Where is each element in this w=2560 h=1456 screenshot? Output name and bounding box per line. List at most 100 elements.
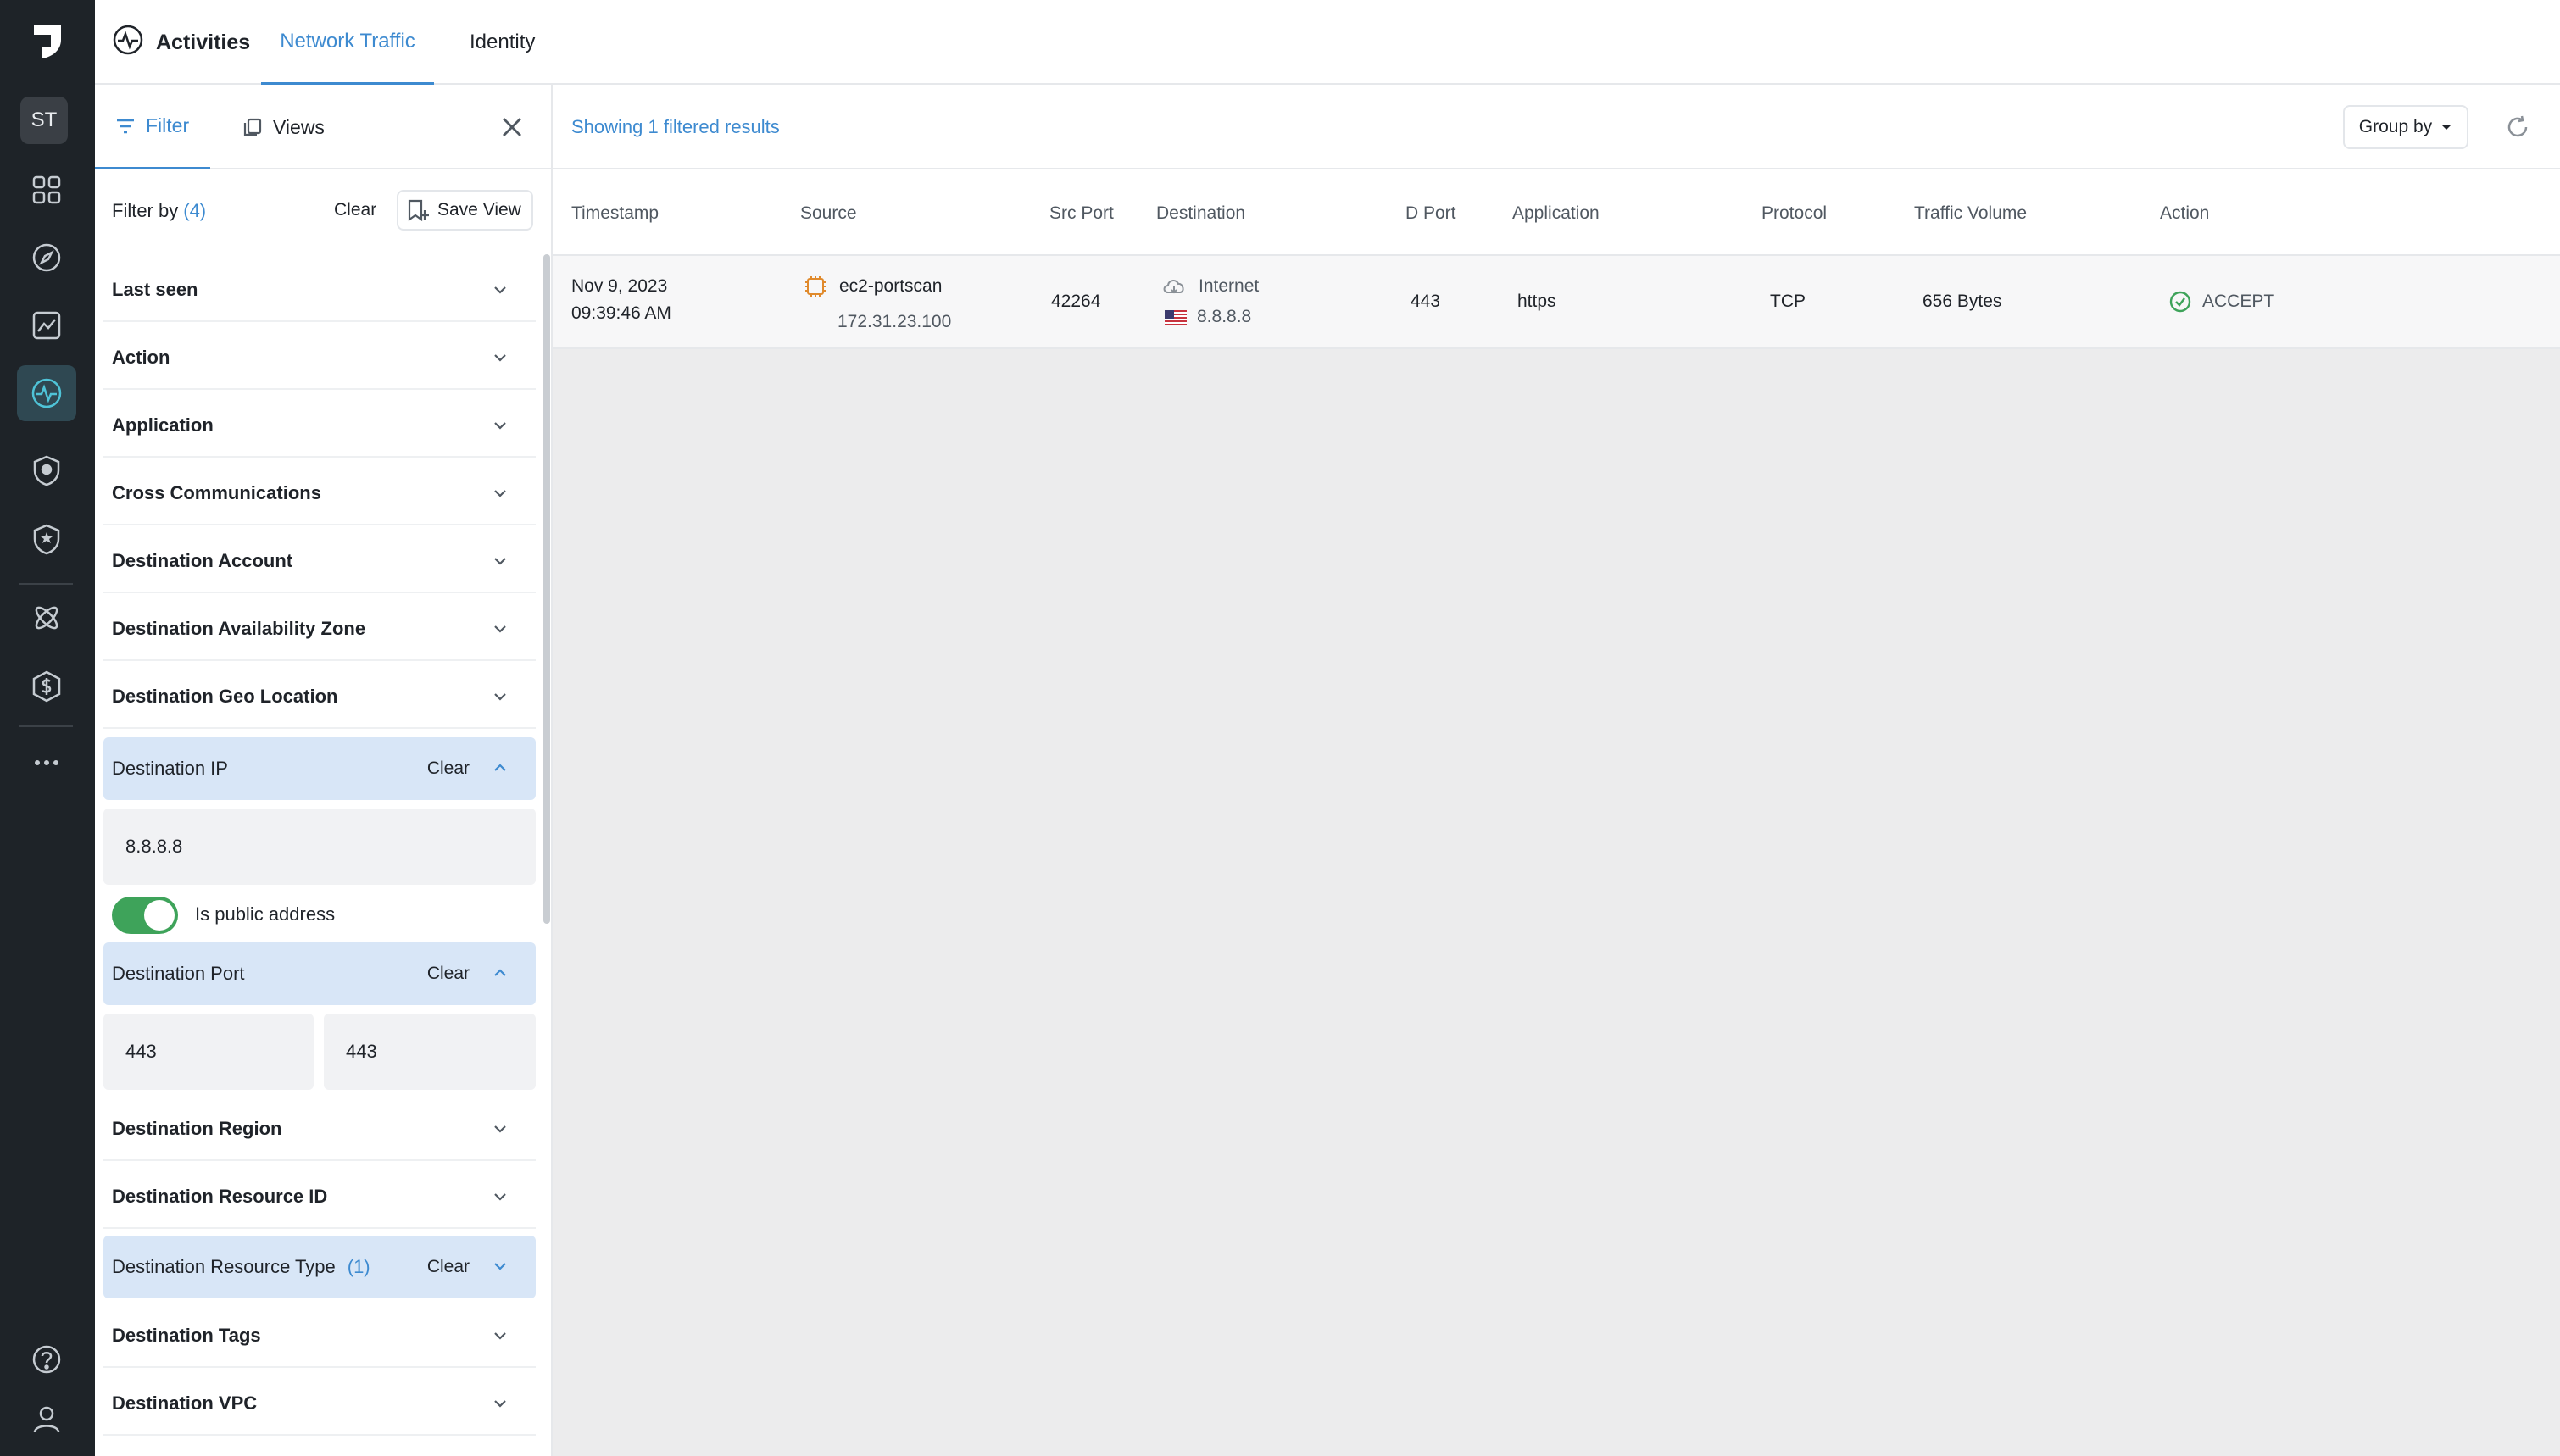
- filter-row-label: Destination Resource ID: [112, 1186, 328, 1207]
- filter-row-destination-vpc[interactable]: Destination VPC: [103, 1373, 536, 1436]
- column-header-traffic-volume[interactable]: Traffic Volume: [1914, 203, 2027, 224]
- filter-row-destination-tags[interactable]: Destination Tags: [103, 1305, 536, 1368]
- filter-row-label: Application: [112, 414, 214, 436]
- filter-panel-tabs: Filter Views: [95, 85, 551, 169]
- d-port: 443: [1411, 292, 1441, 311]
- toggle-knob: [144, 900, 175, 931]
- dashboard-icon[interactable]: [17, 162, 76, 218]
- port-to-input[interactable]: 443: [324, 1014, 536, 1090]
- compass-icon[interactable]: [17, 230, 76, 286]
- activity-icon: [112, 24, 144, 62]
- clear-destination-port-button[interactable]: Clear: [427, 964, 470, 984]
- timestamp-time: 09:39:46 AM: [571, 303, 671, 323]
- filter-row-action[interactable]: Action: [103, 327, 536, 390]
- filter-row-last-seen[interactable]: Last seen: [103, 259, 536, 322]
- close-icon[interactable]: [497, 112, 527, 142]
- dollar-icon[interactable]: [17, 659, 76, 714]
- src-port: 42264: [1051, 292, 1101, 311]
- column-header-source[interactable]: Source: [800, 203, 857, 224]
- atom-icon[interactable]: [17, 590, 76, 646]
- filter-row-destination-port[interactable]: Destination Port Clear: [103, 942, 536, 1005]
- filter-row-destination-availability-zone[interactable]: Destination Availability Zone: [103, 598, 536, 661]
- column-header-d-port[interactable]: D Port: [1405, 203, 1456, 224]
- chevron-down-icon: [494, 693, 506, 701]
- chevron-down-icon: [494, 354, 506, 362]
- destination-ip-input[interactable]: 8.8.8.8: [103, 809, 536, 885]
- column-header-timestamp[interactable]: Timestamp: [571, 203, 659, 224]
- port-from-input[interactable]: 443: [103, 1014, 314, 1090]
- filter-row-destination-resource-id[interactable]: Destination Resource ID: [103, 1166, 536, 1229]
- application: https: [1517, 292, 1556, 311]
- tab-filter-label: Filter: [146, 114, 190, 136]
- filter-row-cross-communications[interactable]: Cross Communications: [103, 463, 536, 525]
- tab-views-label: Views: [273, 115, 325, 138]
- filter-row-label: Destination Tags: [112, 1325, 261, 1346]
- results-area: Showing 1 filtered results Group by Time…: [553, 85, 2560, 1456]
- chevron-down-icon: [494, 422, 506, 430]
- logo-icon[interactable]: [25, 19, 70, 63]
- source-ip: 172.31.23.100: [838, 312, 952, 331]
- shield-icon[interactable]: [17, 442, 76, 498]
- chevron-down-icon: [494, 490, 506, 497]
- chevron-down-icon: [494, 558, 506, 565]
- refresh-icon[interactable]: [2502, 112, 2533, 142]
- filter-scrollbar[interactable]: [543, 254, 550, 924]
- source-name[interactable]: ec2-portscan: [839, 276, 942, 297]
- tab-identity[interactable]: Identity: [451, 0, 554, 85]
- filter-row-destination-account[interactable]: Destination Account: [103, 531, 536, 593]
- filter-row-label: Destination Port: [112, 963, 245, 984]
- filter-row-label: Destination Region: [112, 1118, 282, 1139]
- user-icon[interactable]: [17, 1391, 76, 1447]
- tab-filter[interactable]: Filter: [95, 85, 210, 169]
- chevron-up-icon: [494, 764, 506, 771]
- column-header-action[interactable]: Action: [2160, 203, 2209, 224]
- column-header-application[interactable]: Application: [1512, 203, 1600, 224]
- filter-row-label: Destination Availability Zone: [112, 618, 366, 639]
- column-header-src-port[interactable]: Src Port: [1049, 203, 1114, 224]
- column-header-destination[interactable]: Destination: [1156, 203, 1245, 224]
- more-icon[interactable]: [17, 735, 76, 791]
- chevron-up-icon: [494, 969, 506, 976]
- clear-destination-ip-button[interactable]: Clear: [427, 759, 470, 779]
- rail-divider: [19, 725, 73, 727]
- column-header-protocol[interactable]: Protocol: [1761, 203, 1827, 224]
- save-view-icon: [408, 199, 429, 222]
- is-public-label: Is public address: [195, 903, 336, 925]
- filter-row-destination-region[interactable]: Destination Region: [103, 1098, 536, 1161]
- avatar[interactable]: ST: [20, 97, 68, 144]
- clear-all-button[interactable]: Clear: [334, 200, 376, 220]
- filter-row-destination-geo-location[interactable]: Destination Geo Location: [103, 666, 536, 729]
- shield-star-icon[interactable]: [17, 511, 76, 567]
- chart-icon[interactable]: [17, 297, 76, 353]
- chevron-down-icon: [494, 1400, 506, 1408]
- group-by-dropdown[interactable]: Group by: [2343, 105, 2468, 149]
- filter-row-destination-resource-type[interactable]: Destination Resource Type (1) Clear: [103, 1236, 536, 1298]
- filter-row-destination-ip[interactable]: Destination IP Clear: [103, 737, 536, 800]
- filter-row-label: Action: [112, 347, 170, 368]
- rail-divider: [19, 583, 73, 585]
- is-public-toggle[interactable]: [112, 897, 178, 934]
- save-view-button[interactable]: Save View: [397, 190, 533, 231]
- filter-row-count: (1): [347, 1256, 370, 1277]
- check-circle-icon: [2169, 291, 2191, 313]
- filter-row-application[interactable]: Application: [103, 395, 536, 458]
- results-bar: Showing 1 filtered results Group by: [553, 85, 2560, 169]
- tab-network-traffic[interactable]: Network Traffic: [261, 0, 434, 85]
- activity-icon[interactable]: [17, 365, 76, 421]
- caret-down-icon: [2441, 125, 2452, 130]
- destination-ip: 8.8.8.8: [1197, 307, 1252, 326]
- filter-row-label: Destination IP: [112, 758, 228, 779]
- group-by-label: Group by: [2358, 117, 2433, 136]
- help-icon[interactable]: [17, 1331, 76, 1387]
- chevron-down-icon: [494, 286, 506, 294]
- table-row[interactable]: Nov 9, 2023 09:39:46 AM ec2-portscan 172…: [553, 256, 2560, 349]
- clear-destination-resource-type-button[interactable]: Clear: [427, 1257, 470, 1277]
- filter-header: Filter by (4) Clear Save View: [95, 169, 551, 253]
- tab-views[interactable]: Views: [222, 85, 345, 169]
- table-header: Timestamp Source Src Port Destination D …: [553, 169, 2560, 256]
- filter-icon: [117, 119, 134, 133]
- timestamp-date: Nov 9, 2023: [571, 276, 668, 296]
- chevron-down-icon: [494, 1125, 506, 1133]
- page-title-text: Activities: [156, 30, 251, 54]
- filter-panel: Filter Views Filter by (4) Clear Save Vie…: [95, 85, 553, 1456]
